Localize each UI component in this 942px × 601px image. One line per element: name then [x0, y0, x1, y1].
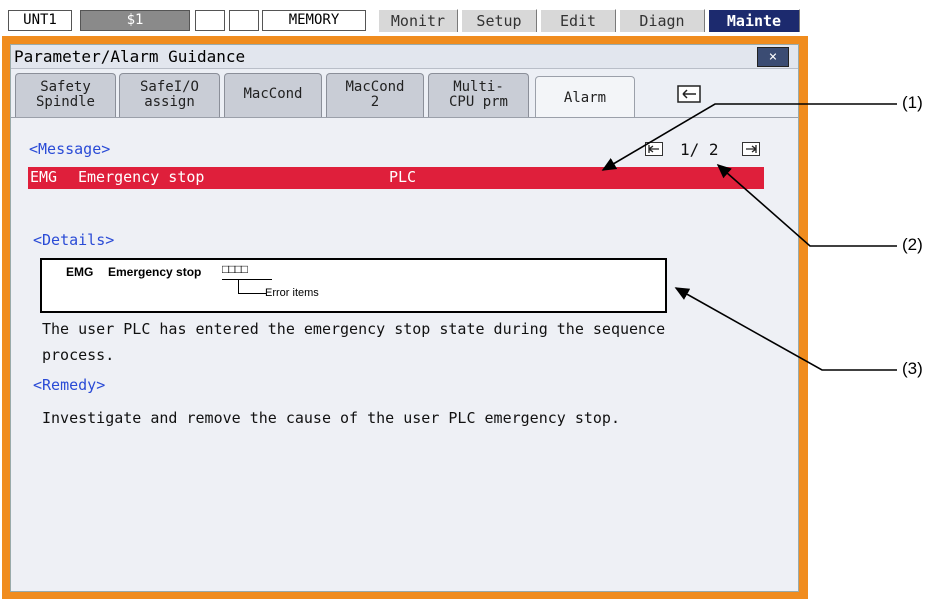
- callout-2: (2): [902, 235, 923, 254]
- callout-1: (1): [902, 93, 923, 112]
- callout-leaders: [601, 103, 897, 371]
- callout-3: (3): [902, 359, 923, 378]
